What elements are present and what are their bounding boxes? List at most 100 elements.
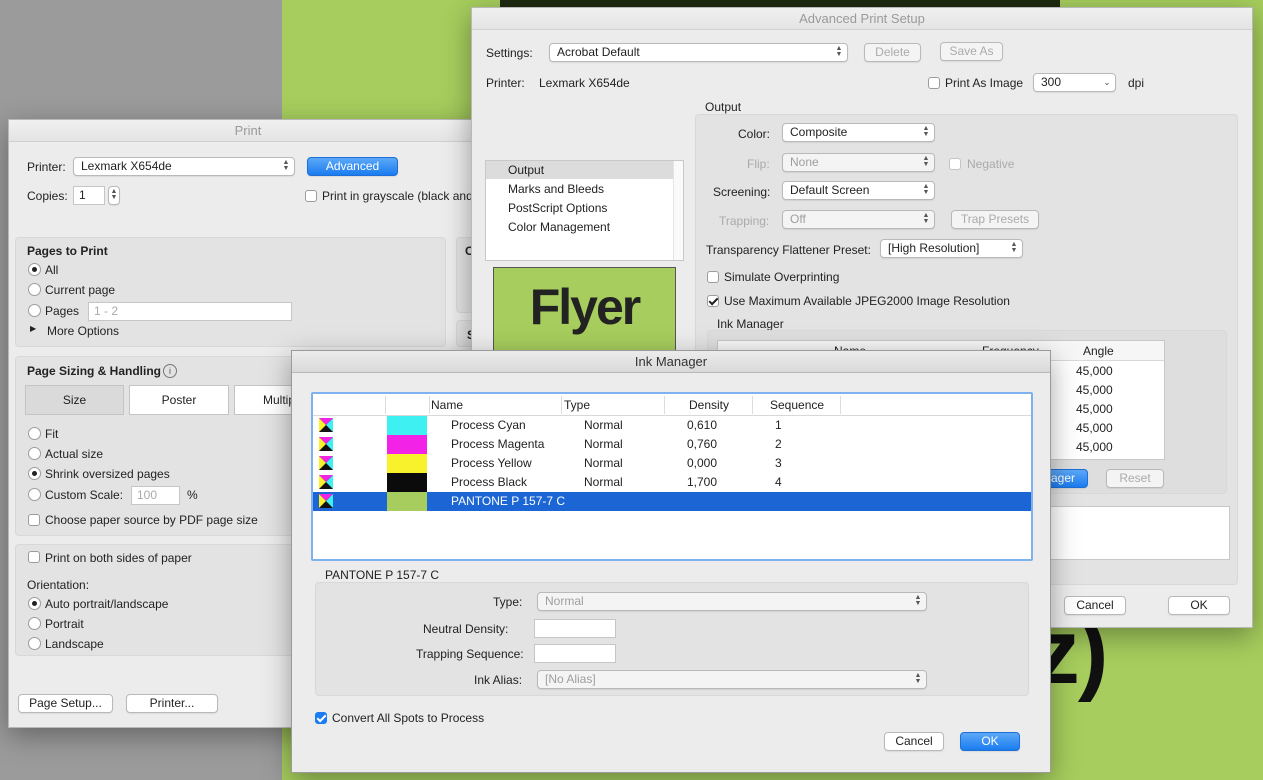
- category-color-management[interactable]: Color Management: [508, 220, 610, 234]
- category-postscript[interactable]: PostScript Options: [508, 201, 607, 215]
- auto-orientation-label: Auto portrait/landscape: [45, 597, 169, 611]
- trapping-select[interactable]: Off ▲ ▼: [782, 210, 935, 229]
- col-divider: [561, 396, 562, 414]
- category-marks-bleeds[interactable]: Marks and Bleeds: [508, 182, 604, 196]
- col-divider: [385, 396, 386, 414]
- paper-source-label: Choose paper source by PDF page size: [45, 513, 258, 527]
- ink-cancel-button[interactable]: Cancel: [884, 732, 944, 751]
- category-scrollbar[interactable]: [673, 161, 683, 260]
- pages-all-radio[interactable]: [28, 263, 41, 276]
- updown-icon: ▲ ▼: [914, 672, 922, 685]
- ink-alias-select[interactable]: [No Alias] ▲ ▼: [537, 670, 927, 689]
- ink-type: Normal: [584, 437, 623, 451]
- shrink-radio[interactable]: [28, 467, 41, 480]
- trapping-label: Trapping:: [719, 214, 770, 228]
- pages-range-radio[interactable]: [28, 304, 41, 317]
- col-type[interactable]: Type: [564, 398, 590, 412]
- disclosure-triangle-icon[interactable]: ▶: [30, 324, 36, 333]
- ink-row[interactable]: Process Black Normal 1,700 4: [313, 473, 1031, 492]
- trapping-sequence-label: Trapping Sequence:: [416, 647, 524, 661]
- angle-value: 45,000: [1076, 402, 1113, 416]
- col-density[interactable]: Density: [689, 398, 729, 412]
- ink-ok-button[interactable]: OK: [960, 732, 1020, 751]
- type-select[interactable]: Normal ▲ ▼: [537, 592, 927, 611]
- grayscale-checkbox[interactable]: [305, 190, 317, 202]
- adv-cancel-button[interactable]: Cancel: [1064, 596, 1126, 615]
- col-sequence[interactable]: Sequence: [770, 398, 824, 412]
- convert-spots-checkbox[interactable]: [315, 712, 327, 724]
- paper-source-checkbox[interactable]: [28, 514, 40, 526]
- reset-button[interactable]: Reset: [1106, 469, 1164, 488]
- jpeg2000-checkbox[interactable]: [707, 295, 719, 307]
- flip-select[interactable]: None ▲ ▼: [782, 153, 935, 172]
- delete-button[interactable]: Delete: [864, 43, 921, 62]
- actual-size-label: Actual size: [45, 447, 104, 461]
- process-ink-icon: [319, 456, 333, 470]
- color-select[interactable]: Composite ▲ ▼: [782, 123, 935, 142]
- save-as-button[interactable]: Save As: [940, 42, 1003, 61]
- print-as-image-checkbox[interactable]: [928, 77, 940, 89]
- dpi-select[interactable]: 300 ⌄: [1033, 73, 1116, 92]
- preview-thumbnail: Flyer: [493, 267, 676, 357]
- ink-row-selected[interactable]: PANTONE P 157-7 C: [313, 492, 1031, 511]
- custom-scale-radio[interactable]: [28, 488, 41, 501]
- negative-checkbox[interactable]: [949, 158, 961, 170]
- ink-density: 0,000: [687, 456, 718, 470]
- pages-current-radio[interactable]: [28, 283, 41, 296]
- ink-name: Process Black: [451, 475, 528, 489]
- trapping-select-value: Off: [790, 212, 806, 226]
- adv-ok-button[interactable]: OK: [1168, 596, 1230, 615]
- dpi-label: dpi: [1128, 76, 1145, 90]
- col-name[interactable]: Name: [431, 398, 463, 412]
- info-icon[interactable]: i: [163, 364, 177, 378]
- pages-range-input[interactable]: 1 - 2: [88, 302, 292, 321]
- fit-radio[interactable]: [28, 427, 41, 440]
- copies-input[interactable]: 1: [73, 186, 105, 205]
- tab-size[interactable]: Size: [25, 385, 124, 415]
- updown-icon: ▲ ▼: [282, 159, 290, 172]
- copies-label: Copies:: [27, 189, 68, 203]
- ink-swatch: [387, 473, 427, 492]
- screening-select[interactable]: Default Screen ▲ ▼: [782, 181, 935, 200]
- ink-alias-value: [No Alias]: [545, 672, 596, 686]
- ink-manager-title: Ink Manager: [717, 317, 784, 331]
- ink-name: PANTONE P 157-7 C: [451, 494, 566, 508]
- category-output[interactable]: Output: [508, 163, 544, 177]
- more-options-label[interactable]: More Options: [47, 324, 119, 338]
- stepper-icon: ▲ ▼: [110, 188, 118, 201]
- printer-label: Printer:: [27, 160, 66, 174]
- advanced-button[interactable]: Advanced: [307, 157, 398, 176]
- trapping-sequence-input[interactable]: [534, 644, 616, 663]
- flattener-select-value: [High Resolution]: [888, 241, 980, 255]
- custom-scale-input[interactable]: 100: [131, 486, 180, 505]
- portrait-radio[interactable]: [28, 617, 41, 630]
- simulate-overprint-checkbox[interactable]: [707, 271, 719, 283]
- ink-row[interactable]: Process Cyan Normal 0,610 1: [313, 416, 1031, 435]
- ink-type: Normal: [584, 475, 623, 489]
- percent-label: %: [187, 488, 198, 502]
- printer-select[interactable]: Lexmark X654de ▲ ▼: [73, 157, 295, 176]
- landscape-radio[interactable]: [28, 637, 41, 650]
- ink-row[interactable]: Process Yellow Normal 0,000 3: [313, 454, 1031, 473]
- both-sides-checkbox[interactable]: [28, 551, 40, 563]
- copies-stepper[interactable]: ▲ ▼: [108, 186, 120, 205]
- settings-select[interactable]: Acrobat Default ▲ ▼: [549, 43, 848, 62]
- updown-icon: ▲ ▼: [835, 45, 843, 58]
- sizing-title: Page Sizing & Handling: [27, 364, 162, 378]
- printer-button[interactable]: Printer...: [126, 694, 218, 713]
- portrait-label: Portrait: [45, 617, 84, 631]
- ink-density: 1,700: [687, 475, 718, 489]
- trap-presets-button[interactable]: Trap Presets: [951, 210, 1039, 229]
- page-setup-button[interactable]: Page Setup...: [18, 694, 113, 713]
- spot-ink-icon: [319, 494, 333, 508]
- actual-size-radio[interactable]: [28, 447, 41, 460]
- flattener-select[interactable]: [High Resolution] ▲ ▼: [880, 239, 1023, 258]
- pages-all-label: All: [45, 263, 59, 277]
- ink-manager-dialog-title: Ink Manager: [292, 351, 1050, 373]
- updown-icon: ▲ ▼: [914, 594, 922, 607]
- tab-poster[interactable]: Poster: [129, 385, 229, 415]
- auto-orientation-radio[interactable]: [28, 597, 41, 610]
- ink-row[interactable]: Process Magenta Normal 0,760 2: [313, 435, 1031, 454]
- selected-ink-name: PANTONE P 157-7 C: [325, 568, 440, 582]
- neutral-density-input[interactable]: [534, 619, 616, 638]
